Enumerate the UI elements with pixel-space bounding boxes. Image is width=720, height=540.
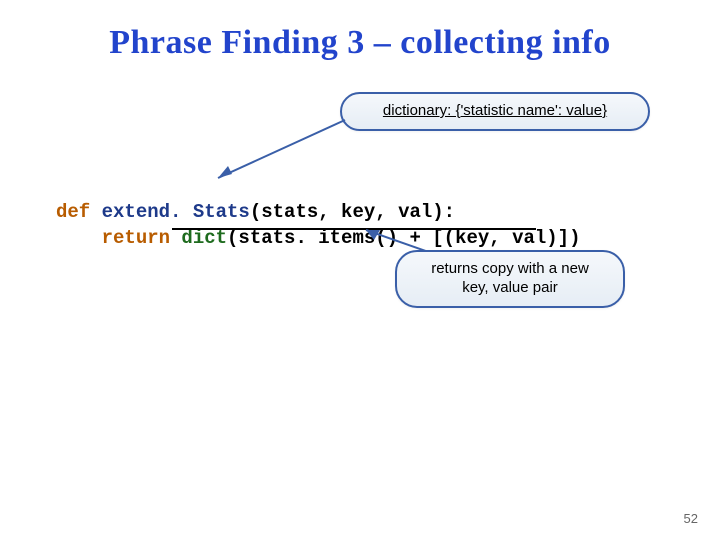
code-underline (172, 228, 536, 230)
code-block: def extend. Stats(stats, key, val): retu… (56, 172, 581, 252)
kw-return: return (56, 227, 181, 249)
function-name: extend. Stats (102, 201, 250, 223)
signature: (stats, key, val): (250, 201, 455, 223)
callout-bottom-text: returns copy with a new key, value pair (431, 260, 589, 296)
callout-returns: returns copy with a new key, value pair (395, 250, 625, 308)
page-number: 52 (684, 511, 698, 526)
kw-def: def (56, 201, 102, 223)
slide-title: Phrase Finding 3 – collecting info (0, 0, 720, 62)
callout-top-text: dictionary: {'statistic name': value} (383, 102, 607, 119)
builtin-dict: dict (181, 227, 227, 249)
